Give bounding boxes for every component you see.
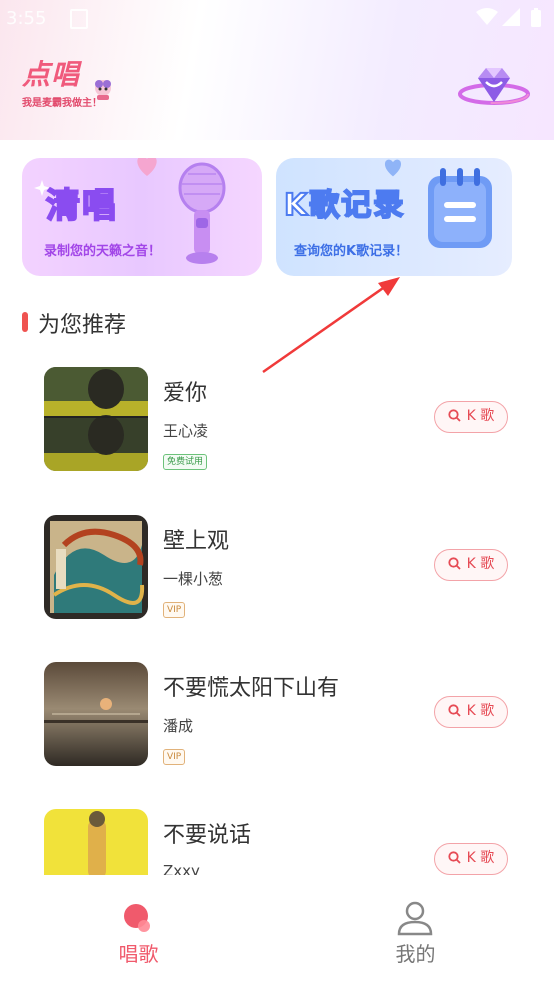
- microphone-icon: [178, 162, 226, 264]
- status-time: 3:55: [6, 8, 47, 29]
- section-title: 为您推荐: [38, 313, 127, 338]
- search-icon: [448, 557, 461, 570]
- sing-icon: [124, 904, 150, 932]
- k-song-button-label: K 歌: [466, 408, 495, 424]
- banner-title: K歌记录: [283, 187, 406, 224]
- list-item[interactable]: 爱你 王心凌 免费试用 K 歌: [0, 345, 554, 475]
- song-artist: 王心凌: [163, 422, 209, 440]
- bottom-tab-bar: 唱歌 我的: [0, 880, 554, 986]
- song-artist: 潘成: [163, 717, 194, 735]
- free-trial-badge: 免费试用: [163, 454, 208, 470]
- section-accent-bar: [22, 312, 28, 332]
- song-title: 不要说话: [163, 823, 252, 848]
- k-song-button-label: K 歌: [466, 556, 495, 572]
- song-title: 不要慌太阳下山有: [163, 676, 340, 701]
- search-icon: [448, 704, 461, 717]
- banner-title: 清唱: [45, 185, 118, 227]
- diamond-crown-icon[interactable]: [456, 60, 532, 112]
- banner-qingchang[interactable]: 清唱 录制您的天籁之音！: [22, 158, 262, 276]
- profile-icon: [397, 901, 433, 936]
- song-artist: Zxxy: [163, 862, 200, 875]
- k-song-button-label: K 歌: [466, 703, 495, 719]
- tab-label: 唱歌: [118, 942, 159, 966]
- cell-signal-icon: [502, 8, 520, 26]
- song-title: 爱你: [163, 381, 208, 406]
- song-cover: [44, 809, 148, 875]
- list-item[interactable]: 不要慌太阳下山有 潘成 VIP K 歌: [0, 640, 554, 770]
- tab-mine[interactable]: 我的: [277, 880, 554, 980]
- status-bar: 3:55: [0, 0, 554, 36]
- tab-sing[interactable]: 唱歌: [0, 880, 277, 980]
- song-cover: [44, 367, 148, 471]
- search-icon: [448, 851, 461, 864]
- banner-k-song-record[interactable]: K歌记录 查询您的K歌记录！: [276, 158, 512, 276]
- sim-icon: [70, 9, 88, 29]
- banner-subtitle: 录制您的天籁之音！: [44, 244, 162, 259]
- song-artist: 一棵小葱: [163, 570, 224, 588]
- k-song-button[interactable]: K 歌: [434, 549, 508, 581]
- search-icon: [448, 409, 461, 422]
- notebook-icon: [428, 168, 492, 248]
- list-item[interactable]: 壁上观 一棵小葱 VIP K 歌: [0, 493, 554, 623]
- banner-subtitle: 查询您的K歌记录！: [294, 244, 409, 259]
- tab-label: 我的: [395, 942, 436, 966]
- song-cover: [44, 662, 148, 766]
- heart-decoration-icon: [384, 159, 402, 177]
- song-title: 壁上观: [163, 529, 230, 554]
- song-cover: [44, 515, 148, 619]
- mascot-icon: [95, 80, 111, 100]
- vip-badge: VIP: [163, 749, 186, 765]
- k-song-button[interactable]: K 歌: [434, 401, 508, 433]
- wifi-icon: [476, 8, 498, 25]
- vip-badge: VIP: [163, 602, 186, 618]
- song-list[interactable]: 爱你 王心凌 免费试用 K 歌 壁上观 一棵小葱 VIP K 歌 不要慌太阳下山…: [0, 345, 554, 875]
- k-song-button-label: K 歌: [466, 850, 495, 866]
- k-song-button[interactable]: K 歌: [434, 843, 508, 875]
- list-item[interactable]: 不要说话 Zxxy K 歌: [0, 787, 554, 875]
- heart-decoration-icon: [137, 158, 157, 176]
- k-song-button[interactable]: K 歌: [434, 696, 508, 728]
- app-header: 点唱 我是麦霸我做主！: [0, 50, 554, 120]
- battery-icon: [531, 8, 541, 27]
